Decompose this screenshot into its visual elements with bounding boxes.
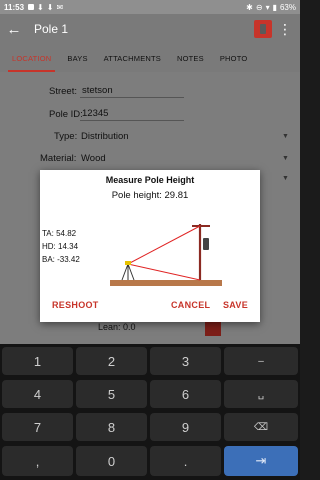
overflow-menu-icon[interactable]: ⋮ — [278, 22, 292, 36]
tab-attachments[interactable]: ATTACHMENTS — [96, 44, 169, 72]
key-0[interactable]: 0 — [76, 446, 147, 476]
numeric-keyboard: 1 2 3 – 4 5 6 ␣ 7 8 9 ⌫ , 0 . ⇥ — [0, 344, 300, 480]
key-2[interactable]: 2 — [76, 347, 147, 375]
pole-id-label: Pole ID: — [49, 109, 83, 120]
type-dropdown-arrow-icon[interactable]: ▼ — [282, 133, 289, 140]
tab-bar: LOCATION BAYS ATTACHMENTS NOTES PHOTO — [0, 44, 300, 72]
minus-circle-icon: ⊖ — [255, 2, 263, 12]
cancel-button[interactable]: CANCEL — [171, 300, 210, 310]
tab-photo[interactable]: PHOTO — [212, 44, 256, 72]
street-input[interactable]: stetson — [80, 84, 184, 98]
download-icon-2: ⬇ — [46, 2, 54, 12]
measure-pole-height-dialog: Measure Pole Height Pole height: 29.81 T… — [40, 170, 260, 322]
reshoot-button[interactable]: RESHOOT — [52, 300, 99, 310]
ba-reading: BA: -33.42 — [42, 255, 80, 264]
lean-field: Lean: 0.0 — [98, 322, 136, 332]
lean-value[interactable]: 0.0 — [123, 322, 136, 332]
status-time: 11:53 — [4, 2, 25, 12]
ground-icon — [110, 280, 222, 286]
key-dot[interactable]: . — [150, 446, 221, 476]
material-select[interactable]: Wood — [81, 153, 106, 164]
pole-id-input[interactable]: 12345 — [80, 107, 184, 121]
lean-measure-icon[interactable] — [205, 322, 221, 336]
status-bar: 11:53 ⬇ ⬇ ✉ ✱ ⊖ ▾ ▮ 63% — [0, 0, 300, 14]
dropdown-arrow-icon[interactable]: ▼ — [282, 175, 289, 182]
angle-readings: TA: 54.82 HD: 14.34 BA: -33.42 — [42, 227, 80, 266]
back-arrow-icon[interactable]: ← — [0, 21, 28, 38]
hd-reading: HD: 14.34 — [42, 242, 79, 251]
gmail-icon: ✉ — [56, 2, 64, 12]
battery-icon: ▮ — [272, 2, 277, 12]
backspace-key-icon[interactable]: ⌫ — [224, 413, 298, 441]
tab-location[interactable]: LOCATION — [4, 44, 59, 72]
transformer-icon — [203, 238, 209, 250]
ta-reading: TA: 54.82 — [42, 229, 77, 238]
top-sight-line — [127, 225, 201, 265]
system-icons: ✱ ⊖ ▾ ▮ 63% — [246, 3, 296, 12]
tab-bays[interactable]: BAYS — [59, 44, 95, 72]
tripod-leg-right — [127, 263, 135, 281]
street-label: Street: — [49, 86, 77, 97]
key-4[interactable]: 4 — [2, 380, 73, 408]
image-notification-icon — [28, 4, 35, 10]
lean-label: Lean: — [98, 322, 121, 332]
type-select[interactable]: Distribution — [81, 131, 129, 142]
key-8[interactable]: 8 — [76, 413, 147, 441]
key-space[interactable]: ␣ — [224, 380, 298, 408]
wifi-icon: ▾ — [265, 2, 270, 12]
base-sight-line — [127, 263, 201, 281]
key-7[interactable]: 7 — [2, 413, 73, 441]
pole-measure-icon[interactable] — [254, 20, 272, 38]
notification-icons: ⬇ ⬇ ✉ — [28, 3, 63, 12]
material-dropdown-arrow-icon[interactable]: ▼ — [282, 155, 289, 162]
rangefinder-icon — [125, 261, 131, 265]
key-minus[interactable]: – — [224, 347, 298, 375]
tripod-leg-left — [121, 263, 129, 281]
save-button[interactable]: SAVE — [223, 300, 248, 310]
key-6[interactable]: 6 — [150, 380, 221, 408]
download-icon: ⬇ — [37, 2, 44, 12]
battery-percent: 63% — [279, 2, 296, 12]
material-label: Material: — [40, 153, 77, 164]
app-bar: ← Pole 1 ⋮ — [0, 14, 300, 44]
page-title: Pole 1 — [34, 22, 69, 36]
pole-height-value: Pole height: 29.81 — [111, 190, 189, 201]
key-comma[interactable]: , — [2, 446, 73, 476]
enter-next-key-icon[interactable]: ⇥ — [224, 446, 298, 476]
key-5[interactable]: 5 — [76, 380, 147, 408]
key-9[interactable]: 9 — [150, 413, 221, 441]
tab-notes[interactable]: NOTES — [169, 44, 212, 72]
type-label: Type: — [54, 131, 78, 142]
bluetooth-icon: ✱ — [246, 2, 253, 12]
pole-measurement-diagram — [110, 224, 222, 286]
key-1[interactable]: 1 — [2, 347, 73, 375]
key-3[interactable]: 3 — [150, 347, 221, 375]
dialog-title: Measure Pole Height — [105, 175, 195, 185]
